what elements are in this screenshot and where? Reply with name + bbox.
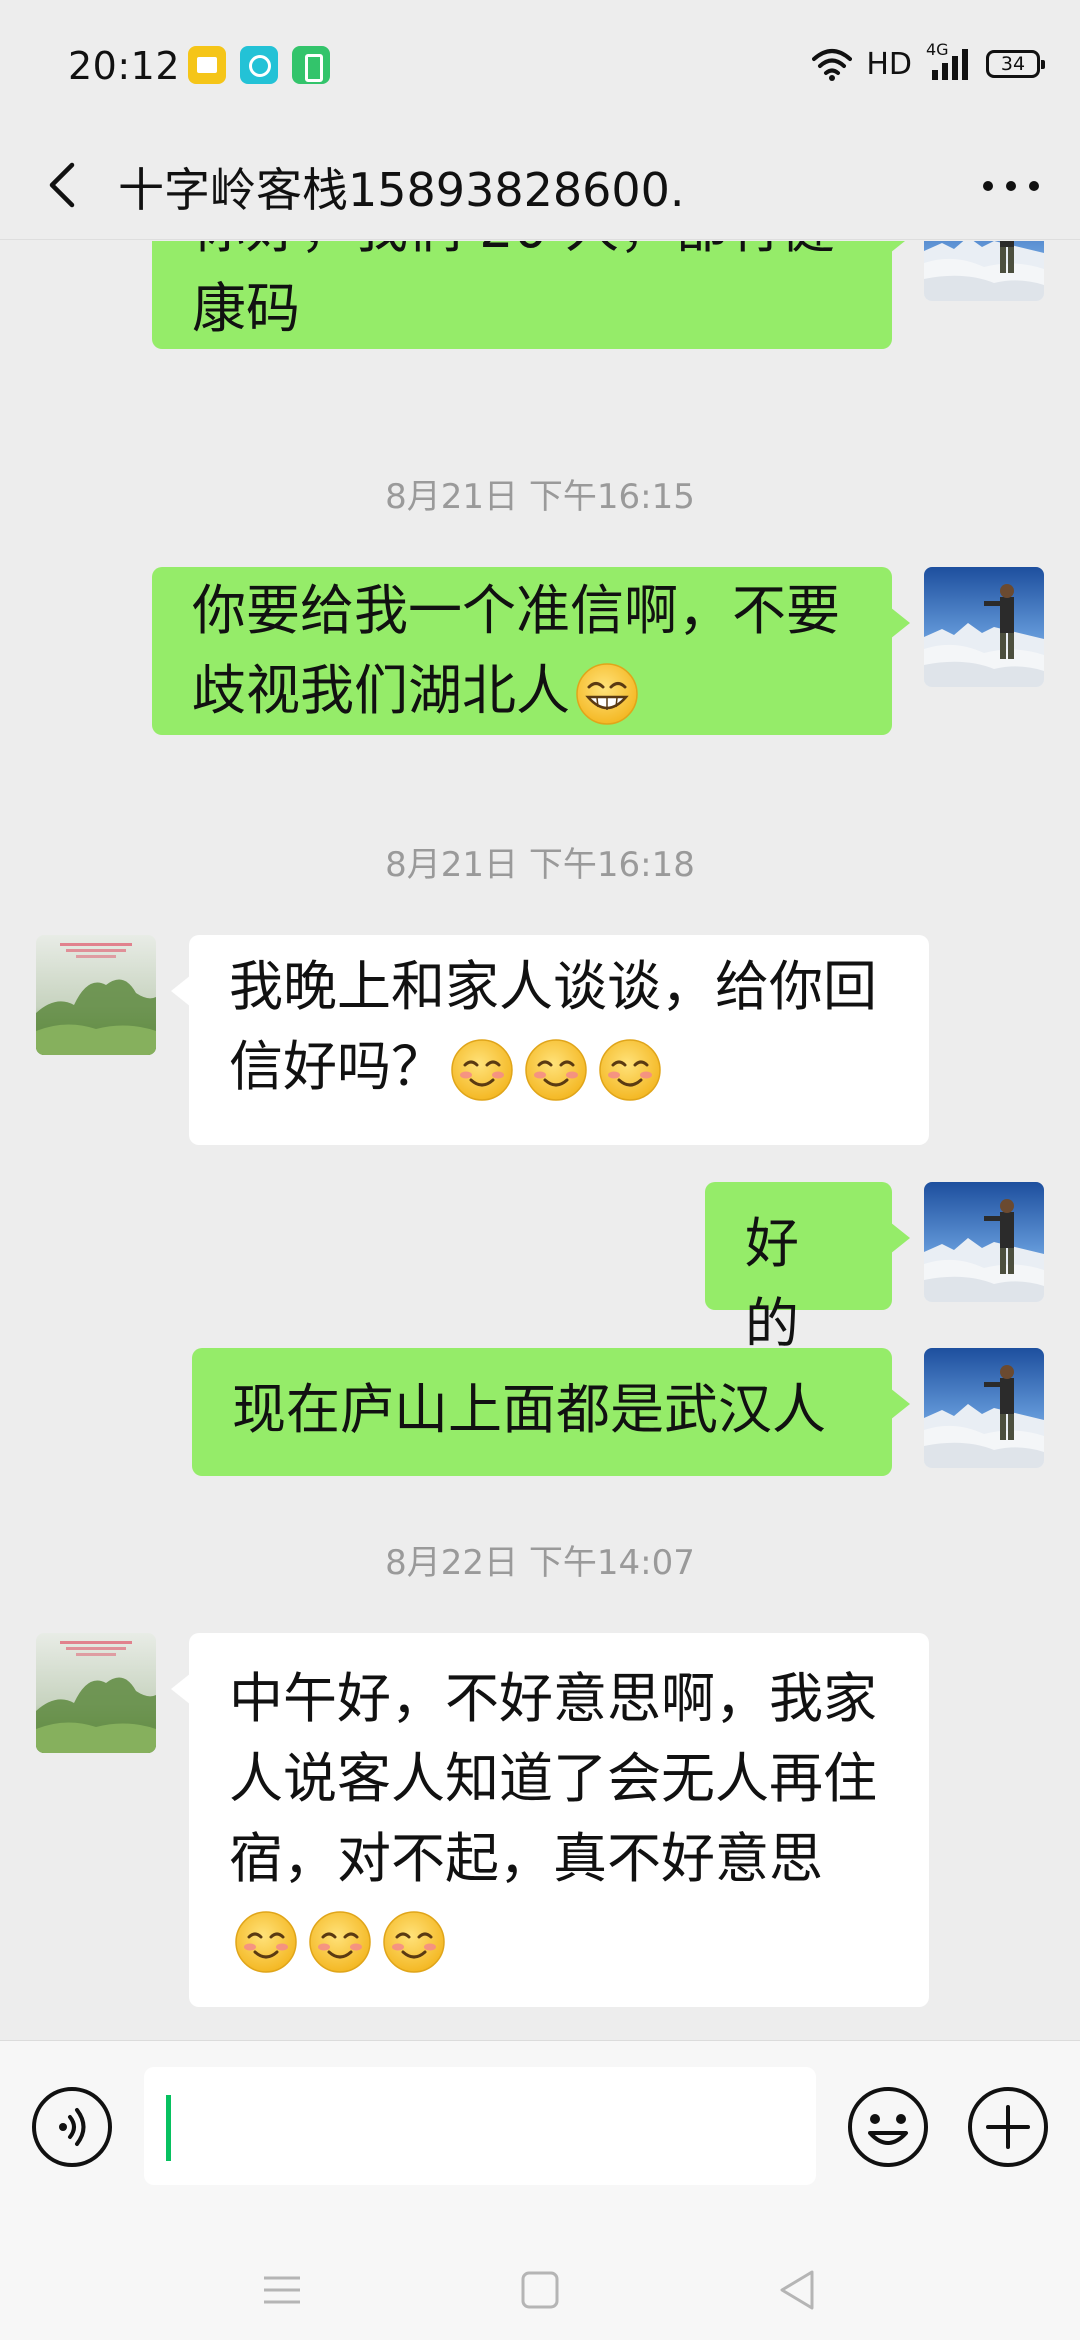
chat-header: 十字岭客栈15893828600. — [0, 130, 1080, 240]
plus-icon[interactable] — [966, 2085, 1050, 2169]
input-bar — [0, 2040, 1080, 2240]
hd-indicator: HD — [866, 46, 912, 82]
camera-app-icon — [240, 46, 278, 84]
avatar-self[interactable] — [924, 241, 1044, 301]
message-outgoing: 好的 — [0, 1182, 1080, 1355]
blush-emoji-icon — [308, 1910, 372, 1974]
message-bubble[interactable]: 你要给我一个准信啊，不要歧视我们湖北人 — [152, 567, 910, 735]
message-text: 好的 — [745, 1212, 799, 1355]
avatar-self[interactable] — [924, 1348, 1044, 1468]
back-triangle-icon[interactable] — [772, 2264, 824, 2316]
battery-level: 34 — [1000, 53, 1026, 75]
signal-icon: 4G — [926, 40, 972, 84]
blush-emoji-icon — [450, 1038, 514, 1102]
message-input[interactable] — [144, 2067, 816, 2185]
message-incoming: 我晚上和家人谈谈，给你回信好吗？ — [0, 935, 1080, 1147]
home-icon[interactable] — [514, 2264, 566, 2316]
avatar-contact[interactable] — [36, 935, 156, 1055]
blush-emoji-icon — [234, 1910, 298, 1974]
avatar-contact[interactable] — [36, 1633, 156, 1753]
message-outgoing: 现在庐山上面都是武汉人 — [0, 1348, 1080, 1478]
message-text: 你要给我一个准信啊，不要歧视我们湖北人 — [192, 579, 840, 722]
wifi-icon — [812, 49, 853, 81]
message-bubble[interactable]: 好的 — [705, 1182, 910, 1355]
system-navigation — [0, 2240, 1080, 2340]
battery-icon: 34 — [986, 50, 1045, 78]
message-outgoing: 你要给我一个准信啊，不要歧视我们湖北人 — [0, 567, 1080, 737]
status-indicators: HD 4G 34 — [812, 40, 1045, 86]
message-bubble[interactable]: 中午好，不好意思啊，我家人说客人知道了会无人再住宿，对不起，真不好意思 — [171, 1633, 929, 2007]
timestamp: 8月22日 下午14:07 — [385, 1543, 695, 1583]
battery-saver-icon — [292, 46, 330, 84]
timestamp: 8月21日 下午16:18 — [385, 845, 695, 885]
message-bubble[interactable]: 你好，我们 20 人，都有健康码 — [152, 241, 910, 349]
blush-emoji-icon — [598, 1038, 662, 1102]
back-chevron-icon[interactable] — [34, 155, 94, 215]
message-incoming: 中午好，不好意思啊，我家人说客人知道了会无人再住宿，对不起，真不好意思 — [0, 1633, 1080, 2009]
message-bubble[interactable]: 现在庐山上面都是武汉人 — [192, 1348, 910, 1476]
message-text: 中午好，不好意思啊，我家人说客人知道了会无人再住宿，对不起，真不好意思 — [229, 1667, 877, 1890]
menu-icon[interactable] — [256, 2264, 308, 2316]
message-text: 你好，我们 20 人，都有健康码 — [192, 241, 835, 340]
status-time: 20:12 — [68, 44, 181, 88]
avatar-self[interactable] — [924, 567, 1044, 687]
voice-icon[interactable] — [30, 2085, 114, 2169]
message-text: 现在庐山上面都是武汉人 — [232, 1378, 826, 1441]
blush-emoji-icon — [524, 1038, 588, 1102]
message-list[interactable]: 你好，我们 20 人，都有健康码 8月21日 下午16:15 你要给我一个准信啊… — [0, 241, 1080, 2040]
timestamp: 8月21日 下午16:15 — [385, 477, 695, 517]
message-outgoing: 你好，我们 20 人，都有健康码 — [0, 241, 1080, 441]
message-bubble[interactable]: 我晚上和家人谈谈，给你回信好吗？ — [171, 935, 929, 1145]
chat-title: 十字岭客栈15893828600. — [118, 163, 685, 217]
folder-app-icon — [188, 46, 226, 84]
grin-emoji-icon — [575, 662, 639, 726]
blush-emoji-icon — [382, 1910, 446, 1974]
avatar-self[interactable] — [924, 1182, 1044, 1302]
more-dots-icon[interactable] — [976, 158, 1046, 214]
emoji-icon[interactable] — [846, 2085, 930, 2169]
text-caret — [166, 2095, 171, 2161]
status-bar: 20:12 HD 4G 34 — [0, 0, 1080, 130]
